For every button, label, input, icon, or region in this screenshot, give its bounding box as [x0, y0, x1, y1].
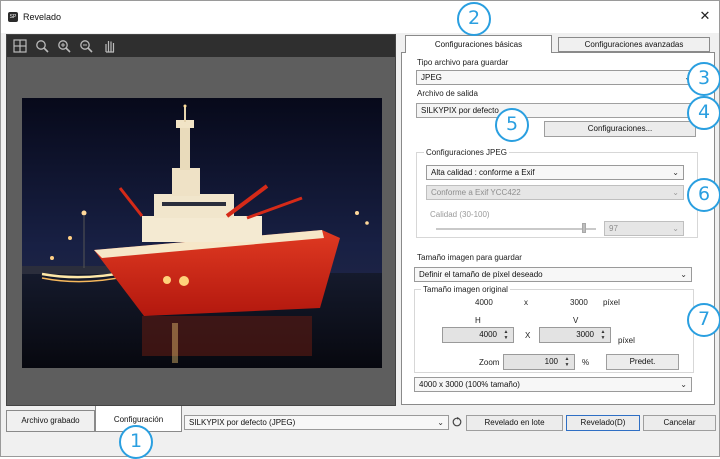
callout-6: 6 [687, 178, 720, 212]
batch-develop-button[interactable]: Revelado en lote [466, 415, 563, 431]
h-label: H [475, 316, 481, 325]
chevron-down-icon: ⌄ [680, 270, 687, 279]
tab-advanced-settings[interactable]: Configuraciones avanzadas [558, 37, 710, 52]
original-height: 3000 [570, 298, 588, 307]
default-size-button[interactable]: Predet. [606, 354, 679, 370]
window-title: Revelado [23, 12, 62, 22]
refresh-icon[interactable] [451, 416, 463, 428]
app-icon: SP [8, 12, 18, 22]
original-size-label: Tamaño imagen original [421, 285, 510, 294]
zoom-value: 100 [544, 357, 558, 366]
original-width: 4000 [475, 298, 493, 307]
zoom-label: Zoom [479, 358, 500, 367]
zoom-in-icon[interactable] [57, 39, 71, 53]
v-label: V [573, 316, 579, 325]
jpeg-quality-mode-value: Alta calidad : conforme a Exif [431, 168, 535, 177]
size-preset-select[interactable]: 4000 x 3000 (100% tamaño) ⌄ [414, 377, 692, 392]
image-size-label: Tamaño imagen para guardar [417, 253, 522, 262]
save-type-value: JPEG [421, 73, 442, 82]
spin-arrows-icon[interactable]: ▲ ▼ [597, 329, 609, 341]
output-file-label: Archivo de salida [417, 89, 478, 98]
chevron-down-icon: ⌄ [437, 418, 444, 427]
height-spinner[interactable]: 3000 ▲ ▼ [539, 327, 611, 343]
zoom-icon[interactable] [35, 39, 49, 53]
quality-label: Calidad (30-100) [430, 210, 490, 219]
develop-dialog: SP Revelado ✕ Configuraciones básicas Co… [0, 0, 720, 459]
jpeg-settings-label: Configuraciones JPEG [424, 148, 509, 157]
title-bar: SP Revelado ✕ [1, 1, 719, 33]
chevron-down-icon: ⌄ [672, 188, 679, 197]
zoom-out-icon[interactable] [79, 39, 93, 53]
image-size-mode-select[interactable]: Definir el tamaño de píxel deseado ⌄ [414, 267, 692, 282]
size-unit-label: píxel [618, 336, 635, 345]
tab-saved-file[interactable]: Archivo grabado [6, 410, 95, 432]
close-icon[interactable]: ✕ [693, 5, 717, 27]
image-size-mode-value: Definir el tamaño de píxel deseado [419, 270, 543, 279]
bottom-preset-value: SILKYPIX por defecto (JPEG) [189, 418, 296, 427]
jpeg-quality-mode-select[interactable]: Alta calidad : conforme a Exif ⌄ [426, 165, 684, 180]
develop-button[interactable]: Revelado(D) [566, 415, 640, 431]
spin-arrows-icon[interactable]: ▲ ▼ [561, 356, 573, 368]
output-file-field[interactable]: SILKYPIX por defecto [416, 103, 696, 118]
quality-slider-track[interactable] [436, 228, 596, 230]
image-preview-panel [6, 34, 396, 406]
original-unit: píxel [603, 298, 620, 307]
grid-icon[interactable] [13, 39, 27, 53]
size-preset-value: 4000 x 3000 (100% tamaño) [419, 380, 520, 389]
cancel-button[interactable]: Cancelar [643, 415, 716, 431]
callout-4: 4 [687, 96, 720, 130]
callout-7: 7 [687, 303, 720, 337]
jpeg-color-select[interactable]: Conforme a Exif YCC422 ⌄ [426, 185, 684, 200]
output-config-button[interactable]: Configuraciones... [544, 121, 696, 137]
zoom-spinner[interactable]: 100 ▲ ▼ [503, 354, 575, 370]
width-value: 4000 [479, 330, 497, 339]
width-spinner[interactable]: 4000 ▲ ▼ [442, 327, 514, 343]
quality-value: 97 [609, 224, 618, 233]
chevron-down-icon: ⌄ [680, 380, 687, 389]
bottom-preset-select[interactable]: SILKYPIX por defecto (JPEG) ⌄ [184, 415, 449, 430]
size-x-label: X [525, 331, 531, 340]
height-value: 3000 [576, 330, 594, 339]
callout-1: 1 [119, 425, 153, 459]
chevron-down-icon: ⌄ [672, 224, 679, 233]
tab-basic-settings[interactable]: Configuraciones básicas [405, 35, 552, 53]
jpeg-color-value: Conforme a Exif YCC422 [431, 188, 521, 197]
save-type-label: Tipo archivo para guardar [417, 58, 509, 67]
callout-2: 2 [457, 2, 491, 36]
quality-slider-thumb[interactable] [582, 223, 586, 233]
chevron-down-icon: ⌄ [672, 168, 679, 177]
settings-panel: Tipo archivo para guardar JPEG ⌄ Archivo… [401, 52, 715, 405]
preview-photo [22, 98, 382, 368]
hand-icon[interactable] [103, 39, 117, 53]
original-x: x [524, 298, 528, 307]
spin-arrows-icon[interactable]: ▲ ▼ [500, 329, 512, 341]
preview-toolbar [7, 35, 395, 57]
quality-value-select[interactable]: 97 ⌄ [604, 221, 684, 236]
zoom-percent: % [582, 358, 590, 367]
save-type-select[interactable]: JPEG ⌄ [416, 70, 696, 85]
callout-3: 3 [687, 62, 720, 96]
callout-5: 5 [495, 108, 529, 142]
